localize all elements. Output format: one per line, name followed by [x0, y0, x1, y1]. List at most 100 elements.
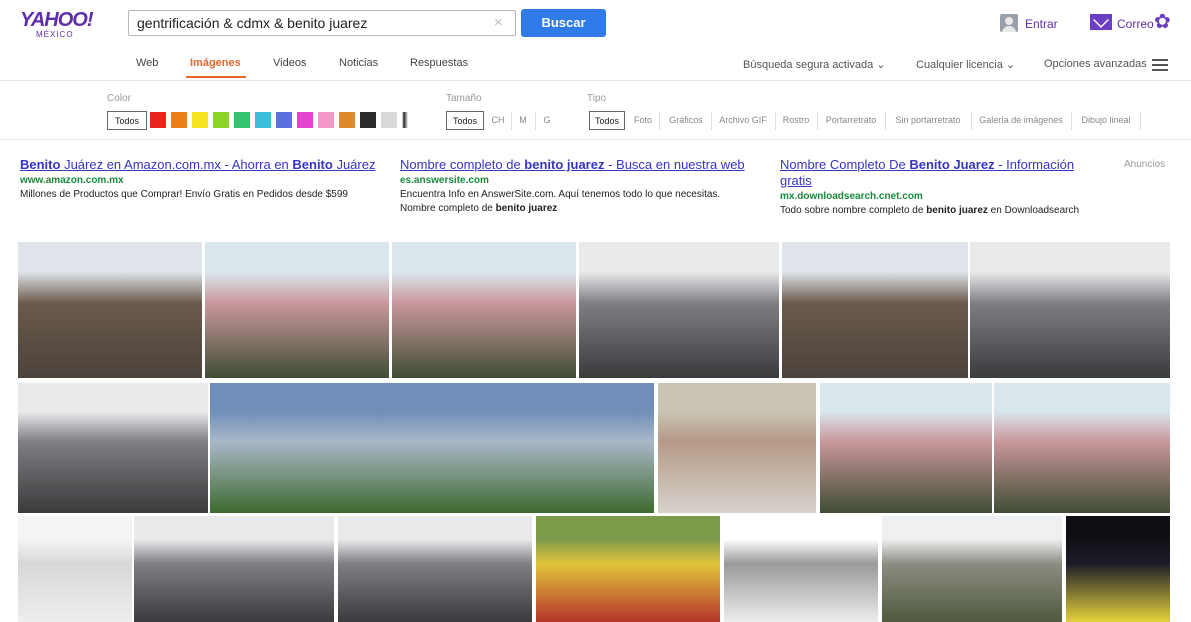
gear-icon[interactable]: ✿: [1154, 12, 1171, 32]
city-skyline-photo[interactable]: [210, 383, 654, 513]
color-swatch[interactable]: [381, 112, 397, 128]
search-button[interactable]: Buscar: [521, 9, 606, 37]
color-swatch[interactable]: [297, 112, 313, 128]
yahoo-logo[interactable]: YAHOO! MÉXICO: [20, 10, 100, 40]
color-label: Color: [107, 93, 131, 104]
ad-title-text: - Información: [994, 157, 1075, 172]
clear-search-icon[interactable]: ×: [494, 14, 503, 31]
historic-building-photo[interactable]: [882, 516, 1062, 622]
color-swatch[interactable]: [171, 112, 187, 128]
ad-desc-bold: benito juarez: [926, 205, 988, 216]
pink-mansion-photo-3[interactable]: [820, 383, 992, 513]
tab-web[interactable]: Web: [136, 57, 158, 69]
type-line-drawing-button[interactable]: Dibujo lineal: [1074, 111, 1138, 130]
grey-building-photo-2[interactable]: [970, 242, 1170, 378]
ad-answersite[interactable]: Nombre completo de benito juarez - Busca…: [400, 157, 778, 216]
ad-url[interactable]: mx.downloadsearch.cnet.com: [780, 191, 1120, 202]
woman-with-book-photo[interactable]: [658, 383, 816, 513]
grey-building-photo-4[interactable]: [134, 516, 334, 622]
tab-videos[interactable]: Videos: [273, 57, 306, 69]
tab-answers[interactable]: Respuestas: [410, 57, 468, 69]
divider: [971, 112, 972, 130]
divider: [775, 112, 776, 130]
grey-building-photo-5[interactable]: [338, 516, 532, 622]
divider: [1071, 112, 1072, 130]
color-swatch[interactable]: [318, 112, 334, 128]
color-swatch[interactable]: [276, 112, 292, 128]
ad-title[interactable]: Nombre Completo De Benito Juarez - Infor…: [780, 157, 1120, 189]
type-graphics-button[interactable]: Gráficos: [663, 111, 709, 130]
license-dropdown[interactable]: Cualquier licencia ⌄: [916, 58, 1015, 71]
ad-title[interactable]: Benito Juárez en Amazon.com.mx - Ahorra …: [20, 157, 400, 173]
type-gif-button[interactable]: Archivo GIF: [714, 111, 772, 130]
ad-desc-bold: benito juarez: [495, 203, 558, 214]
divider: [885, 112, 886, 130]
size-small-button[interactable]: CH: [488, 111, 508, 130]
color-swatch[interactable]: [234, 112, 250, 128]
pink-mansion-photo-4[interactable]: [994, 383, 1170, 513]
color-swatch[interactable]: [150, 112, 166, 128]
ad-title-text: Nombre completo de: [400, 157, 525, 172]
size-all-button[interactable]: Todos: [446, 111, 484, 130]
mail-link[interactable]: Correo: [1117, 17, 1154, 31]
type-photo-button[interactable]: Foto: [629, 111, 657, 130]
ad-desc-text: Todo sobre nombre completo de: [780, 205, 927, 216]
logo-text: YAHOO!: [20, 9, 94, 31]
ad-title-text: - Busca en nuestra web: [604, 157, 745, 172]
color-swatch[interactable]: [213, 112, 229, 128]
color-swatch[interactable]: [192, 112, 208, 128]
ad-title-text: gratis: [780, 173, 812, 188]
ad-url[interactable]: www.amazon.com.mx: [20, 175, 400, 186]
color-swatch[interactable]: [339, 112, 355, 128]
mail-icon[interactable]: [1090, 14, 1112, 30]
ad-url[interactable]: es.answersite.com: [400, 175, 778, 186]
ad-title-text: Juárez en Amazon.com.mx - Ahorra en: [60, 157, 293, 172]
tab-images[interactable]: Imágenes: [190, 57, 241, 69]
ad-desc-text: Nombre completo de: [400, 203, 496, 214]
divider: [659, 112, 660, 130]
color-swatch[interactable]: [255, 112, 271, 128]
divider: [0, 139, 1191, 140]
pink-mansion-photo-2[interactable]: [392, 242, 576, 378]
street-map-drawing[interactable]: [18, 516, 132, 622]
search-input[interactable]: [129, 11, 495, 35]
street-facades-photo[interactable]: [18, 242, 202, 378]
ad-title[interactable]: Nombre completo de benito juarez - Busca…: [400, 157, 778, 173]
size-medium-button[interactable]: M: [514, 111, 532, 130]
divider: [1140, 112, 1141, 130]
safe-search-dropdown[interactable]: Búsqueda segura activada ⌄: [743, 58, 886, 71]
grey-building-photo-3[interactable]: [18, 383, 208, 513]
divider: [711, 112, 712, 130]
type-all-button[interactable]: Todos: [589, 111, 625, 130]
logo-region: MÉXICO: [36, 30, 74, 39]
divider: [535, 112, 536, 130]
ad-amazon[interactable]: Benito Juárez en Amazon.com.mx - Ahorra …: [20, 157, 400, 202]
type-gallery-button[interactable]: Galería de imágenes: [974, 111, 1068, 130]
color-swatch[interactable]: [360, 112, 376, 128]
type-face-button[interactable]: Rostro: [778, 111, 814, 130]
protest-banner-photo[interactable]: [1066, 516, 1170, 622]
ad-title-text: Juárez: [332, 157, 376, 172]
yellow-restaurant-photo[interactable]: [536, 516, 720, 622]
signin-link[interactable]: Entrar: [1025, 17, 1058, 31]
size-label: Tamaño: [446, 93, 482, 104]
color-all-button[interactable]: Todos: [107, 111, 147, 130]
color-swatch[interactable]: [398, 112, 408, 128]
type-portrait-button[interactable]: Portarretrato: [820, 111, 882, 130]
district-map-chart[interactable]: [724, 516, 878, 622]
grey-building-photo[interactable]: [579, 242, 779, 378]
advanced-options-link[interactable]: Opciones avanzadas: [1044, 58, 1147, 70]
user-icon[interactable]: [1000, 14, 1018, 32]
ad-title-bold: benito juarez: [524, 157, 605, 172]
ad-title-bold: Benito: [292, 157, 333, 172]
divider: [817, 112, 818, 130]
ad-downloadsearch[interactable]: Nombre Completo De Benito Juarez - Infor…: [780, 157, 1120, 218]
street-facades-photo-2[interactable]: [782, 242, 968, 378]
size-large-button[interactable]: G: [538, 111, 556, 130]
ad-description: Encuentra Info en AnswerSite.com. Aquí t…: [400, 189, 721, 200]
divider: [511, 112, 512, 130]
type-no-portrait-button[interactable]: Sin portarretrato: [888, 111, 968, 130]
menu-icon[interactable]: [1152, 59, 1168, 71]
tab-news[interactable]: Noticias: [339, 57, 378, 69]
pink-mansion-photo[interactable]: [205, 242, 389, 378]
